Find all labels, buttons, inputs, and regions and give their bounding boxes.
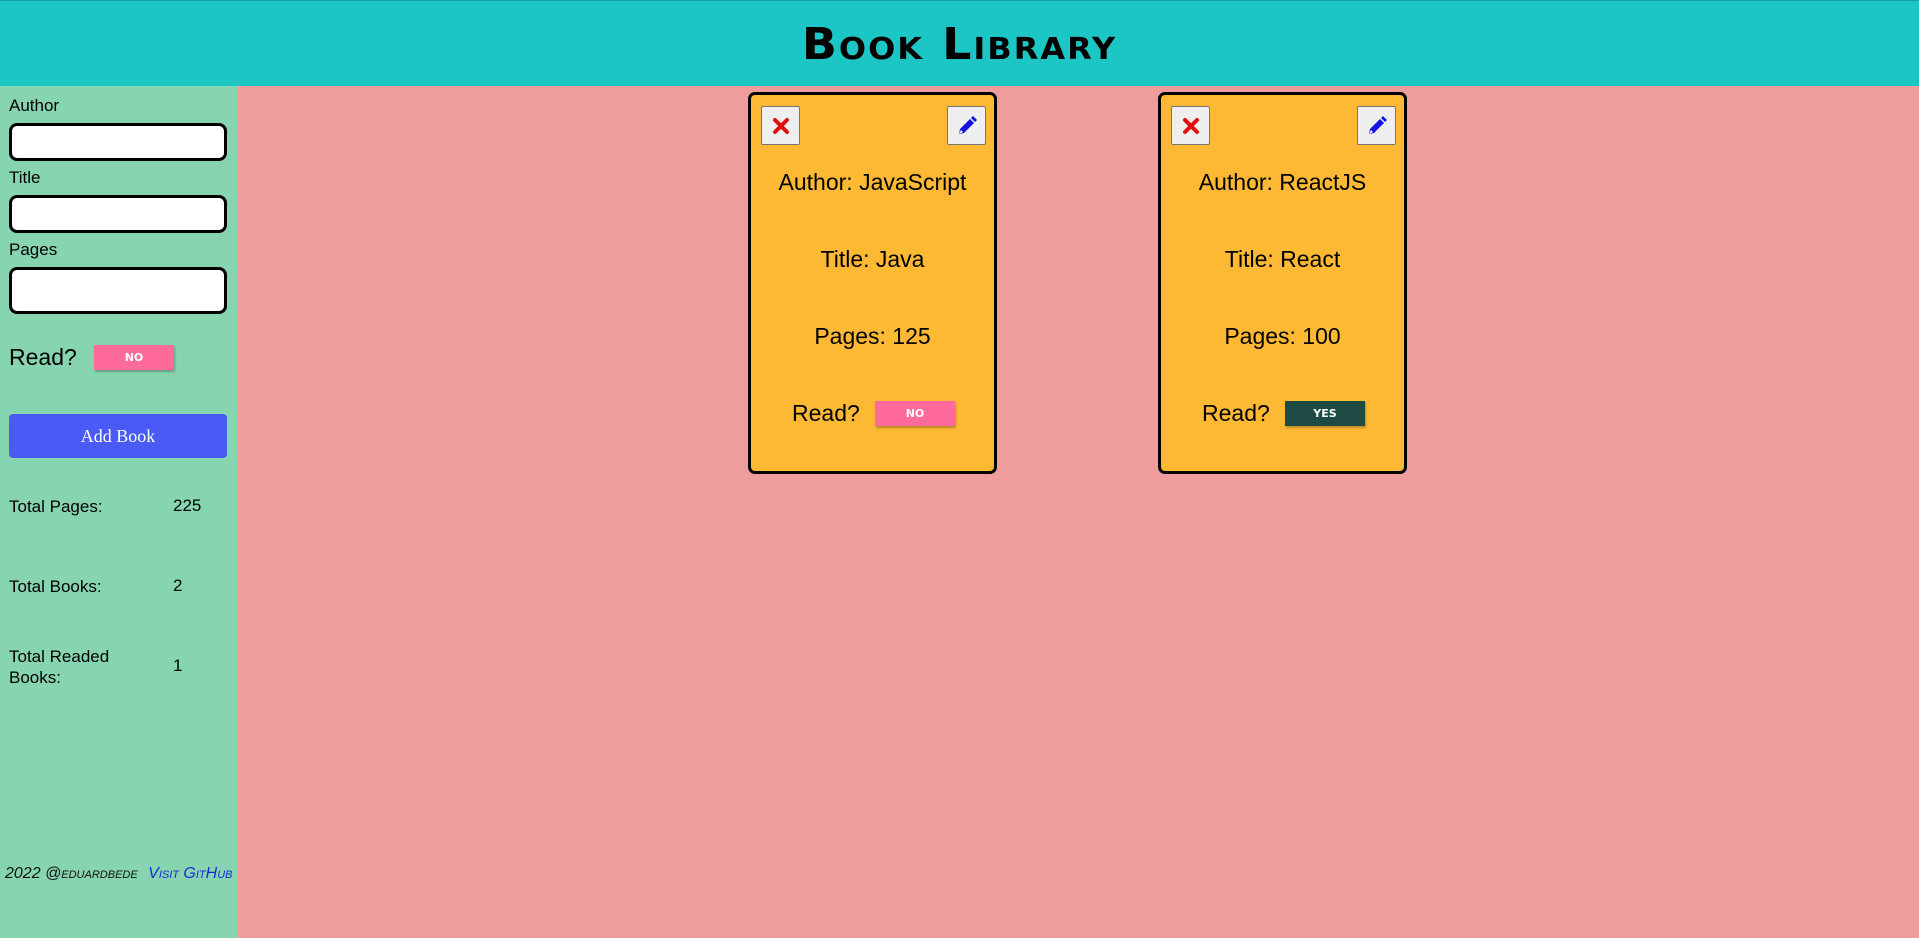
author-input[interactable]	[9, 123, 227, 161]
book-card: Author: ReactJS Title: React Pages: 100 …	[1158, 92, 1407, 474]
footer-copyright: 2022 @eduardbede	[5, 865, 138, 882]
book-author: Author: JavaScript	[778, 169, 967, 195]
sidebar: Author Title Pages Read? NO Add Book Tot…	[0, 86, 237, 938]
github-link[interactable]: Visit GitHub	[148, 865, 232, 882]
close-icon	[772, 117, 789, 134]
author-label: Author	[9, 96, 60, 115]
book-card: Author: JavaScript Title: Java Pages: 12…	[748, 92, 997, 474]
title-input[interactable]	[9, 195, 227, 233]
app-header: Book Library	[0, 0, 1919, 86]
total-pages-label: Total Pages:	[9, 497, 103, 516]
pencil-icon	[1368, 115, 1387, 134]
edit-book-button[interactable]	[947, 106, 986, 145]
edit-book-button[interactable]	[1357, 106, 1396, 145]
page-title: Book Library	[801, 17, 1118, 70]
add-book-button[interactable]: Add Book	[9, 414, 227, 458]
pages-input[interactable]	[9, 267, 227, 314]
title-label: Title	[9, 168, 41, 187]
book-read-toggle[interactable]: NO	[875, 401, 955, 426]
pages-label: Pages	[9, 240, 58, 259]
book-read-toggle[interactable]: YES	[1285, 401, 1365, 426]
book-author: Author: ReactJS	[1198, 169, 1367, 195]
book-read-label: Read?	[792, 400, 860, 426]
book-title: Title: Java	[820, 246, 925, 272]
book-pages: Pages: 125	[814, 323, 931, 349]
total-read-books-label: Total Readed Books:	[9, 647, 110, 687]
book-read-label: Read?	[1202, 400, 1270, 426]
read-label: Read?	[9, 344, 77, 370]
close-icon	[1182, 117, 1199, 134]
total-books-label: Total Books:	[9, 577, 102, 596]
footer: 2022 @eduardbede Visit GitHub	[5, 865, 232, 883]
total-books-value: 2	[173, 576, 183, 595]
book-pages: Pages: 100	[1224, 323, 1341, 349]
total-read-books-value: 1	[173, 656, 183, 675]
total-pages-value: 225	[173, 496, 202, 515]
pencil-icon	[958, 115, 977, 134]
read-toggle-button[interactable]: NO	[94, 345, 174, 370]
delete-book-button[interactable]	[1171, 106, 1210, 145]
book-title: Title: React	[1224, 246, 1341, 272]
delete-book-button[interactable]	[761, 106, 800, 145]
